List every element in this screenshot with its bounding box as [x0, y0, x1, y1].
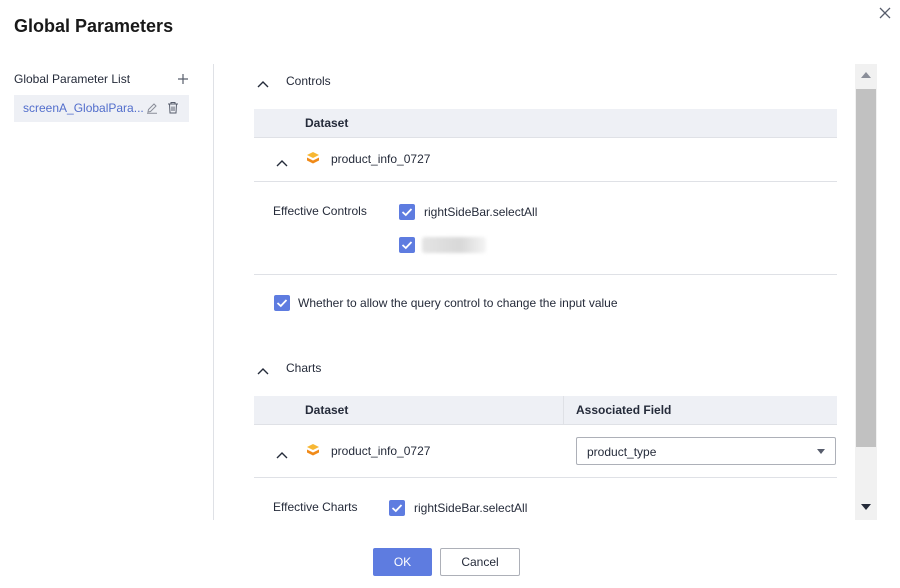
control-checkbox[interactable] — [399, 237, 415, 253]
associated-field-value: product_type — [587, 445, 657, 459]
dataset-column-header: Dataset — [305, 403, 349, 417]
associated-field-select[interactable]: product_type — [576, 437, 836, 465]
controls-section-title: Controls — [286, 74, 331, 88]
divider — [254, 137, 837, 138]
dataset-icon — [306, 151, 320, 165]
chart-checkbox[interactable] — [389, 500, 405, 516]
associated-field-column-header: Associated Field — [576, 403, 672, 417]
effective-controls-label: Effective Controls — [273, 204, 367, 218]
dataset-column-header: Dataset — [305, 116, 349, 130]
sidebar-divider — [213, 64, 214, 520]
scrollbar-thumb[interactable] — [856, 89, 876, 447]
add-parameter-icon[interactable] — [176, 72, 190, 86]
chart-item-label: rightSideBar.selectAll — [414, 501, 528, 515]
parameter-config-panel: Controls Dataset product_info_0727 Effec… — [254, 64, 837, 520]
dataset-icon — [306, 443, 320, 457]
effective-charts-label: Effective Charts — [273, 500, 358, 514]
allow-query-change-label: Whether to allow the query control to ch… — [298, 296, 618, 310]
control-checkbox[interactable] — [399, 204, 415, 220]
divider — [254, 477, 837, 478]
edit-icon[interactable] — [146, 102, 158, 114]
caret-down-icon — [817, 449, 825, 454]
divider — [254, 424, 837, 425]
chevron-up-icon[interactable] — [276, 448, 288, 459]
sidebar-item-label: screenA_GlobalPara... — [23, 101, 144, 115]
blurred-control-label — [422, 237, 486, 253]
close-icon[interactable] — [876, 4, 894, 22]
global-parameter-list-header: Global Parameter List — [14, 72, 190, 88]
cancel-button[interactable]: Cancel — [440, 548, 520, 576]
scroll-up-arrow-icon[interactable] — [855, 68, 877, 82]
global-parameter-list-label: Global Parameter List — [14, 72, 131, 86]
divider — [254, 274, 837, 275]
dialog-title: Global Parameters — [14, 16, 174, 36]
scroll-down-arrow-icon[interactable] — [855, 500, 877, 514]
charts-table-header: Dataset Associated Field — [254, 396, 837, 424]
chevron-up-icon[interactable] — [276, 156, 288, 167]
chevron-up-icon[interactable] — [257, 364, 269, 375]
vertical-scrollbar[interactable] — [855, 64, 877, 520]
controls-table-header: Dataset — [254, 109, 837, 137]
allow-query-change-checkbox[interactable] — [274, 295, 290, 311]
column-divider — [563, 396, 564, 424]
chevron-up-icon[interactable] — [257, 77, 269, 88]
divider — [254, 181, 837, 182]
dataset-name: product_info_0727 — [331, 444, 431, 458]
ok-button[interactable]: OK — [373, 548, 432, 576]
trash-icon[interactable] — [167, 101, 179, 114]
charts-section-title: Charts — [286, 361, 322, 375]
sidebar-item-global-param[interactable]: screenA_GlobalPara... — [14, 95, 189, 122]
dataset-name: product_info_0727 — [331, 152, 431, 166]
control-item-label: rightSideBar.selectAll — [424, 205, 538, 219]
